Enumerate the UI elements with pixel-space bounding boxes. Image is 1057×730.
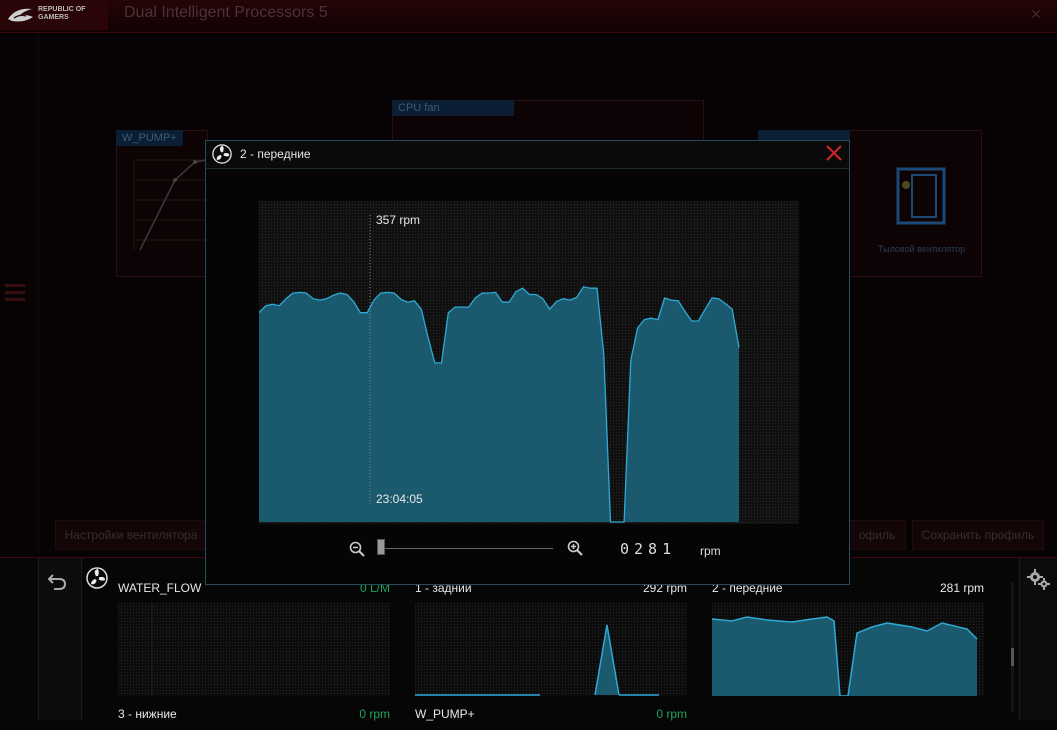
current-rpm-digits: 0281 bbox=[620, 540, 677, 558]
monitor-label-water-flow: WATER_FLOW bbox=[118, 581, 202, 595]
zoom-in-icon[interactable] bbox=[567, 540, 583, 556]
cursor-time-readout: 23:04:05 bbox=[376, 492, 423, 506]
chart-marks bbox=[259, 286, 740, 523]
back-arrow-icon[interactable] bbox=[46, 570, 68, 592]
close-icon[interactable] bbox=[824, 143, 844, 163]
brand-line-1: REPUBLIC OF bbox=[38, 6, 86, 13]
monitor-chart-front-fans[interactable] bbox=[711, 603, 984, 697]
monitor-label-pump: W_PUMP+ bbox=[415, 707, 475, 721]
bg-case-icon bbox=[896, 167, 946, 225]
monitor-scrollbar-thumb[interactable] bbox=[1011, 648, 1014, 666]
zoom-slider-thumb[interactable] bbox=[377, 539, 385, 555]
monitor-value-bottom-fans: 0 rpm bbox=[359, 707, 390, 721]
bg-cpu-fan-tab: CPU fan bbox=[392, 100, 514, 116]
rpm-history-chart[interactable] bbox=[259, 201, 799, 524]
fan-settings-button[interactable]: Настройки вентилятора bbox=[55, 520, 207, 550]
sidebar-menu-icon[interactable] bbox=[5, 284, 31, 304]
fan-detail-dialog: 2 - передние 357 rpm 23:04:05 0281 rpm bbox=[205, 140, 850, 585]
rog-brand-text: REPUBLIC OF GAMERS bbox=[38, 6, 108, 22]
brand-line-2: GAMERS bbox=[38, 14, 69, 21]
monitor-scrollbar[interactable] bbox=[1011, 582, 1014, 712]
load-profile-button[interactable]: офиль bbox=[848, 520, 906, 550]
fan-icon bbox=[212, 144, 232, 164]
monitor-chart-rear-fan[interactable] bbox=[415, 603, 687, 696]
gear-icon[interactable] bbox=[1026, 567, 1050, 591]
bg-rear-fan-label: Тыловой вентилятор bbox=[878, 244, 966, 254]
fan-icon bbox=[86, 567, 108, 589]
dialog-title: 2 - передние bbox=[240, 147, 311, 161]
bg-pump-graph bbox=[133, 159, 206, 251]
monitor-value-front-fans: 281 rpm bbox=[939, 581, 984, 595]
sidebar-divider bbox=[38, 33, 39, 553]
zoom-slider-track[interactable] bbox=[378, 548, 553, 549]
monitor-label-bottom-fans: 3 - нижние bbox=[118, 707, 177, 721]
bg-pump-tab: W_PUMP+ bbox=[116, 130, 183, 146]
zoom-out-icon[interactable] bbox=[349, 541, 365, 557]
save-profile-button[interactable]: Сохранить профиль bbox=[912, 520, 1044, 550]
cursor-rpm-readout: 357 rpm bbox=[376, 213, 421, 227]
monitor-chart-water-flow[interactable] bbox=[118, 603, 390, 696]
window-close-icon[interactable]: ✕ bbox=[1030, 6, 1042, 23]
app-title: Dual Intelligent Processors 5 bbox=[124, 4, 328, 21]
rpm-unit-label: rpm bbox=[700, 544, 721, 558]
monitor-value-pump: 0 rpm bbox=[656, 707, 687, 721]
rpm-area bbox=[259, 286, 739, 522]
rog-eye-icon bbox=[8, 8, 33, 22]
